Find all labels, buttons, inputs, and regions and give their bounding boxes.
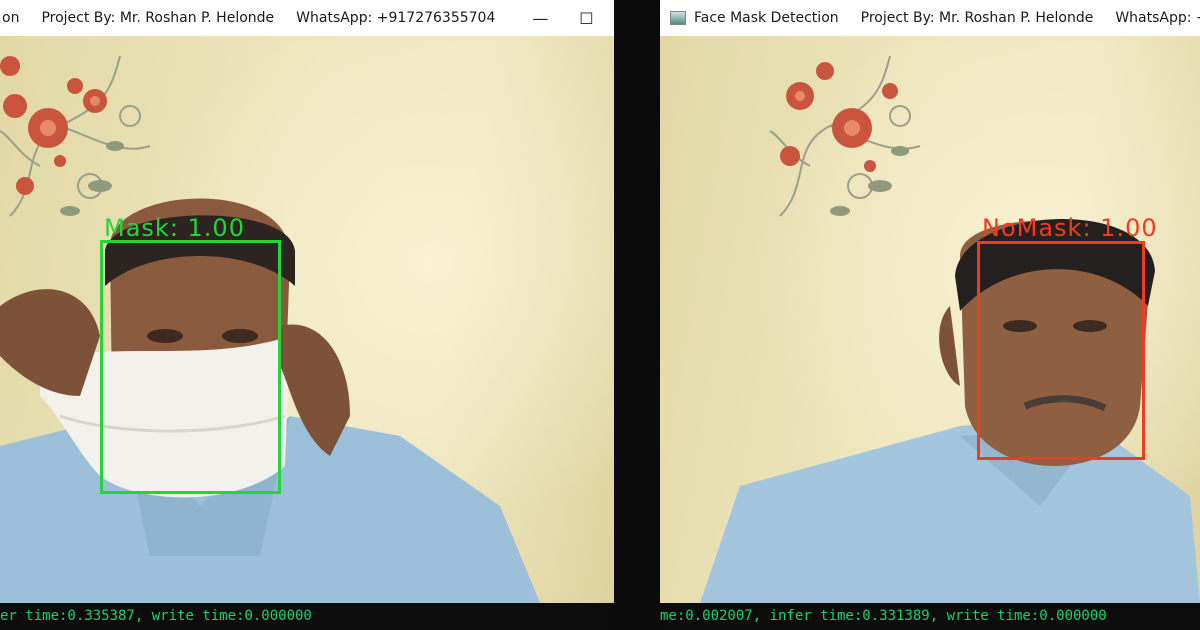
left-detection-box	[100, 240, 281, 494]
close-button[interactable]: ✕	[609, 0, 614, 36]
right-camera-feed: NoMask: 1.00	[660, 36, 1200, 603]
maximize-button[interactable]: ☐	[563, 0, 609, 36]
right-console-output: me:0.002007, infer time:0.331389, write …	[660, 603, 1200, 630]
left-project-credit: Project By: Mr. Roshan P. Helonde	[41, 10, 275, 26]
minimize-button[interactable]: —	[517, 0, 563, 36]
right-window-title: Face Mask Detection	[694, 10, 839, 26]
right-title-bar[interactable]: Face Mask Detection Project By: Mr. Rosh…	[660, 0, 1200, 36]
right-project-credit: Project By: Mr. Roshan P. Helonde	[860, 10, 1094, 26]
left-window-controls: — ☐ ✕	[517, 0, 614, 36]
left-camera-feed: Mask: 1.00	[0, 36, 614, 603]
left-title-bar[interactable]: on Project By: Mr. Roshan P. Helonde Wha…	[0, 0, 614, 36]
left-camera-window: on Project By: Mr. Roshan P. Helonde Wha…	[0, 0, 614, 603]
right-detection-label: NoMask: 1.00	[982, 214, 1158, 242]
right-whatsapp-contact: WhatsApp: +917276355704	[1115, 10, 1200, 26]
left-person-figure	[0, 198, 540, 603]
left-detection-label: Mask: 1.00	[104, 214, 245, 242]
left-console-output: er time:0.335387, write time:0.000000	[0, 603, 614, 630]
left-window-title: on	[2, 10, 20, 26]
app-window-icon	[670, 11, 686, 25]
right-camera-window: Face Mask Detection Project By: Mr. Rosh…	[660, 0, 1200, 603]
left-whatsapp-contact: WhatsApp: +917276355704	[296, 10, 496, 26]
right-detection-box	[977, 241, 1145, 460]
